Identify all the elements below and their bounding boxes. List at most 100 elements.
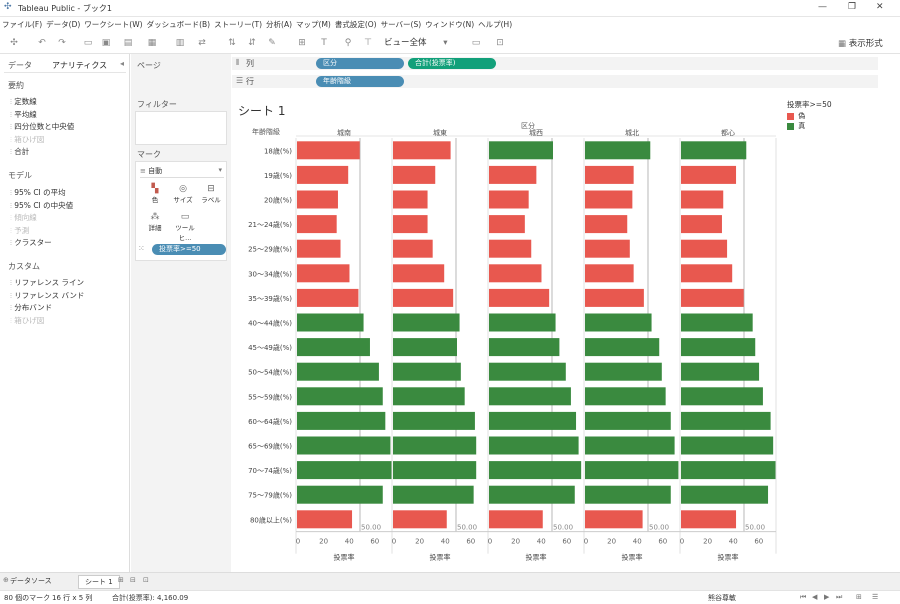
custom-item-label: リファレンス ライン	[14, 278, 84, 287]
tab-data[interactable]: データ	[8, 60, 32, 71]
menu-item-2[interactable]: ワークシート(W)	[84, 17, 142, 30]
menu-item-9[interactable]: ウィンドウ(N)	[425, 17, 474, 30]
model-item[interactable]: ⫶ 傾向線	[10, 212, 37, 223]
sort-desc-icon[interactable]: ⇵	[246, 37, 258, 49]
menu-item-0[interactable]: ファイル(F)	[2, 17, 42, 30]
bar	[393, 338, 457, 357]
close-button[interactable]: ✕	[876, 2, 890, 12]
grid-view-icon[interactable]: ⊞	[856, 593, 862, 601]
menu-item-4[interactable]: ストーリー(T)	[214, 17, 262, 30]
row-label: 60〜64歳(%)	[248, 417, 292, 426]
custom-item[interactable]: ⫶ 分布バンド	[10, 302, 52, 313]
columns-pill-vote-rate[interactable]: 合計(投票率)	[408, 58, 496, 69]
size-icon: ◎	[179, 184, 187, 194]
tooltip-button[interactable]: ▭ ツールヒ...	[170, 212, 200, 242]
collapse-icon[interactable]: ◂	[120, 59, 124, 68]
bar	[681, 411, 771, 430]
summary-item[interactable]: ⫶ 箱ひげ図	[10, 134, 44, 145]
columns-pill-segment[interactable]: 区分	[316, 58, 404, 69]
color-icon: ▚	[151, 184, 159, 194]
new-dashboard-tab-icon[interactable]: ⊟	[130, 576, 136, 584]
new-sheet-icon[interactable]: ▤	[122, 37, 134, 49]
tableau-logo-icon[interactable]: ✣	[8, 37, 20, 49]
redo-icon[interactable]: ↷	[56, 37, 68, 49]
color-encoding-pill[interactable]: 投票率>=50	[152, 244, 226, 255]
new-story-tab-icon[interactable]: ⊡	[143, 576, 149, 584]
mark-type-dropdown[interactable]: ≡ 自動 ▾	[140, 166, 224, 178]
sort-asc-icon[interactable]: ⇅	[226, 37, 238, 49]
rows-pill-age-group[interactable]: 年齢階級	[316, 76, 404, 87]
bar	[393, 387, 465, 406]
menu-item-8[interactable]: サーバー(S)	[381, 17, 422, 30]
menu-item-3[interactable]: ダッシュボード(B)	[147, 17, 211, 30]
group-icon[interactable]: ⊞	[296, 37, 308, 49]
detail-button[interactable]: ⁂ 詳細	[142, 212, 168, 232]
nav-prev-icon[interactable]: ◀	[812, 593, 817, 601]
menu-item-6[interactable]: マップ(M)	[296, 17, 331, 30]
nav-next-icon[interactable]: ▶	[824, 593, 829, 601]
columns-icon: ⦀	[236, 58, 240, 67]
minimize-button[interactable]: —	[818, 2, 832, 12]
size-button[interactable]: ◎ サイズ	[170, 184, 196, 204]
duplicate-icon[interactable]: ▦	[146, 37, 158, 49]
undo-icon[interactable]: ↶	[36, 37, 48, 49]
new-datasource-icon[interactable]: ▣	[100, 37, 112, 49]
row-label: 21〜24歳(%)	[248, 220, 292, 229]
maximize-button[interactable]: ❐	[848, 2, 862, 12]
menu-item-1[interactable]: データ(D)	[46, 17, 80, 30]
label-icon[interactable]: T	[318, 37, 330, 49]
pin-icon[interactable]: ⚲	[342, 37, 354, 49]
bar	[489, 338, 560, 357]
summary-item[interactable]: ⫶ 合計	[10, 146, 29, 157]
row-label: 18歳(%)	[264, 146, 292, 155]
filters-shelf[interactable]	[135, 111, 227, 145]
x-tick-label: 20	[607, 538, 616, 546]
label-button[interactable]: ⊟ ラベル	[198, 184, 224, 204]
status-bar: 80 個のマーク 16 行 x 5 列 合計(投票率): 4,160.09 熊谷…	[0, 590, 900, 604]
model-item[interactable]: ⫶ 95% CI の平均	[10, 187, 66, 198]
rows-shelf[interactable]: ☰ 行 年齢階級	[232, 75, 878, 88]
x-axis-title: 投票率	[430, 553, 451, 562]
tab-data-source[interactable]: データソース	[10, 576, 52, 586]
nav-last-icon[interactable]: ⏭	[836, 593, 842, 602]
nav-first-icon[interactable]: ⏮	[800, 593, 806, 602]
menu-item-5[interactable]: 分析(A)	[266, 17, 292, 30]
save-icon[interactable]: ▭	[82, 37, 94, 49]
legend-item-true[interactable]: 真	[787, 121, 805, 131]
summary-item[interactable]: ⫶ 平均線	[10, 109, 37, 120]
status-user[interactable]: 熊谷尊敏	[708, 593, 736, 603]
tab-sheet-1[interactable]: シート 1	[78, 575, 120, 589]
custom-item[interactable]: ⫶ リファレンス ライン	[10, 277, 84, 288]
highlight-icon[interactable]: ✎	[266, 37, 278, 49]
model-item[interactable]: ⫶ 95% CI の中央値	[10, 200, 73, 211]
summary-item[interactable]: ⫶ 四分位数と中央値	[10, 121, 74, 132]
bar	[489, 387, 571, 406]
new-sheet-tab-icon[interactable]: ⊞	[118, 576, 124, 584]
menu-item-7[interactable]: 書式設定(O)	[335, 17, 377, 30]
model-item-label: 95% CI の中央値	[14, 200, 74, 210]
view-fit-dropdown[interactable]: ビュー全体 ▾	[384, 36, 464, 49]
pages-shelf[interactable]	[135, 72, 227, 94]
show-me-button[interactable]: ▦ 表示形式	[838, 37, 883, 49]
presentation-icon[interactable]: ▭	[470, 37, 482, 49]
bar	[489, 362, 566, 381]
custom-item[interactable]: ⫶ リファレンス バンド	[10, 290, 84, 301]
format-icon[interactable]: ⊤	[362, 37, 374, 49]
summary-item[interactable]: ⫶ 定数線	[10, 96, 37, 107]
legend-item-false[interactable]: 偽	[787, 111, 805, 121]
swap-icon[interactable]: ⇄	[196, 37, 208, 49]
clear-icon[interactable]: ▥	[174, 37, 186, 49]
bar	[297, 387, 383, 406]
menu-item-10[interactable]: ヘルプ(H)	[478, 17, 512, 30]
tab-analytics[interactable]: アナリティクス	[52, 60, 107, 71]
color-button[interactable]: ▚ 色	[142, 184, 168, 204]
custom-item[interactable]: ⫶ 箱ひげ図	[10, 315, 44, 326]
list-view-icon[interactable]: ☰	[872, 593, 878, 601]
columns-shelf[interactable]: ⦀ 列 区分 合計(投票率)	[232, 57, 878, 70]
bar	[297, 411, 386, 430]
model-item[interactable]: ⫶ クラスター	[10, 237, 52, 248]
color-encoding-row[interactable]: ⁙ 投票率>=50	[138, 242, 226, 256]
x-tick-label: 60	[658, 538, 667, 546]
model-item[interactable]: ⫶ 予測	[10, 225, 29, 236]
share-icon[interactable]: ⊡	[494, 37, 506, 49]
